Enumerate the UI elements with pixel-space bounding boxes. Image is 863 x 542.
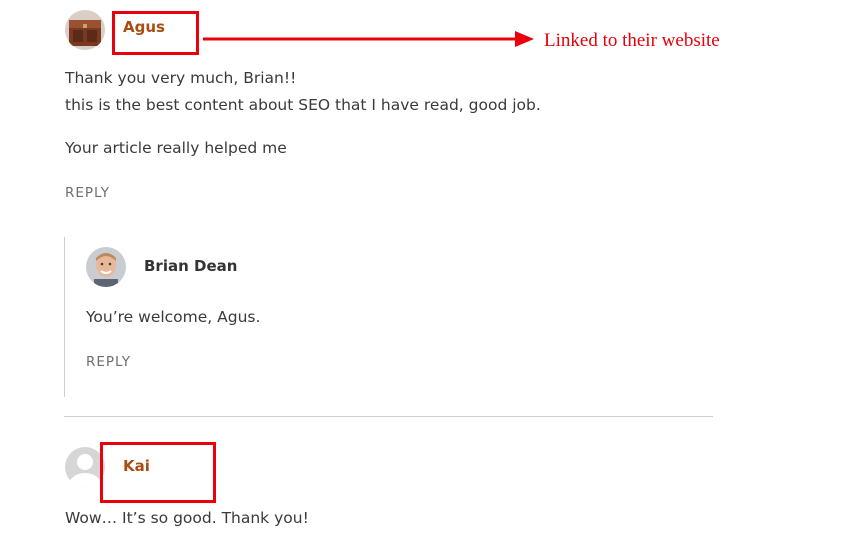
- agus-comment-line-2: this is the best content about SEO that …: [65, 96, 541, 114]
- brian-author-name: Brian Dean: [144, 257, 238, 275]
- kai-avatar: [65, 447, 105, 487]
- annotation-label: Linked to their website: [544, 30, 720, 51]
- agus-comment-line-3: Your article really helped me: [65, 139, 287, 157]
- comment-divider: [64, 416, 713, 417]
- brian-avatar: [86, 247, 126, 287]
- kai-highlight-box: [100, 442, 216, 503]
- agus-comment-line-1: Thank you very much, Brian!!: [65, 69, 297, 87]
- brian-reply-button[interactable]: REPLY: [86, 355, 131, 370]
- arrow-right-icon: [203, 31, 534, 47]
- agus-reply-button[interactable]: REPLY: [65, 186, 110, 201]
- reply-thread-line: [64, 237, 65, 397]
- brian-comment-line-1: You’re welcome, Agus.: [86, 308, 261, 326]
- agus-highlight-box: [112, 11, 199, 55]
- kai-comment-line-1: Wow… It’s so good. Thank you!: [65, 509, 309, 527]
- agus-avatar: [65, 10, 105, 50]
